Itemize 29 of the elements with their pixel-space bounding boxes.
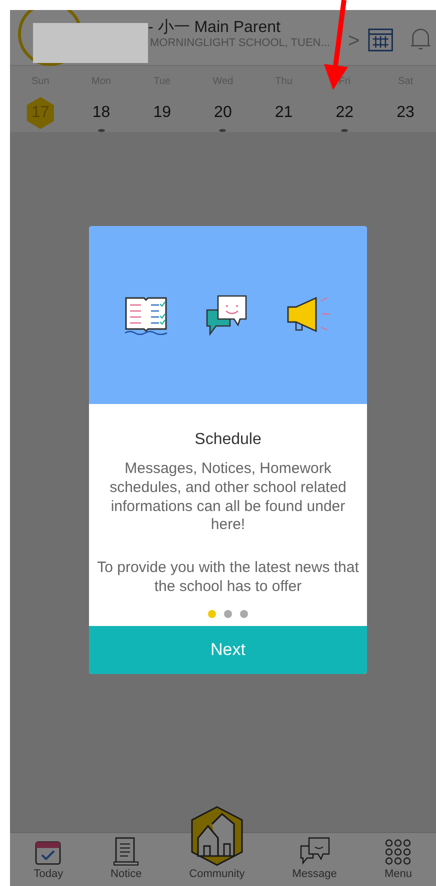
date-label[interactable]: 21 [268, 97, 299, 129]
date-label[interactable]: 19 [147, 97, 178, 129]
page-dot[interactable] [208, 610, 216, 618]
calendar-icon[interactable] [368, 26, 393, 52]
date-label[interactable]: 22 [330, 97, 360, 129]
tab-label[interactable]: Menu [384, 866, 412, 882]
document-icon [112, 836, 140, 866]
tab-label[interactable]: Today [34, 866, 64, 882]
bell-icon[interactable] [408, 26, 432, 52]
dialog-text: Messages, Notices, Homework schedules, and other school related informations can all be found under here! [108, 460, 348, 535]
date-label[interactable]: 23 [390, 97, 420, 129]
grid-menu-icon [384, 838, 412, 866]
tab-label[interactable]: Message [292, 866, 337, 882]
date-label[interactable]: 20 [208, 97, 238, 129]
next-button[interactable]: Next [89, 626, 367, 674]
tab-label[interactable]: Community [189, 866, 245, 882]
tab-label[interactable]: Notice [110, 866, 142, 882]
dialog-text: To provide you with the latest news that the school has to offer [97, 559, 359, 596]
page-dot[interactable] [224, 610, 232, 618]
houses-icon[interactable] [190, 806, 244, 866]
dialog-title: Schedule [194, 430, 262, 450]
megaphone-icon [286, 295, 332, 335]
date-label[interactable]: 18 [86, 97, 116, 129]
chevron[interactable]: > [348, 10, 360, 56]
chat-bubbles-icon [298, 836, 331, 866]
page-dot[interactable] [240, 610, 248, 618]
open-book-icon [124, 295, 168, 335]
account-title: - 小一 Main Parent [148, 18, 280, 38]
chat-bubbles-icon [206, 294, 248, 336]
